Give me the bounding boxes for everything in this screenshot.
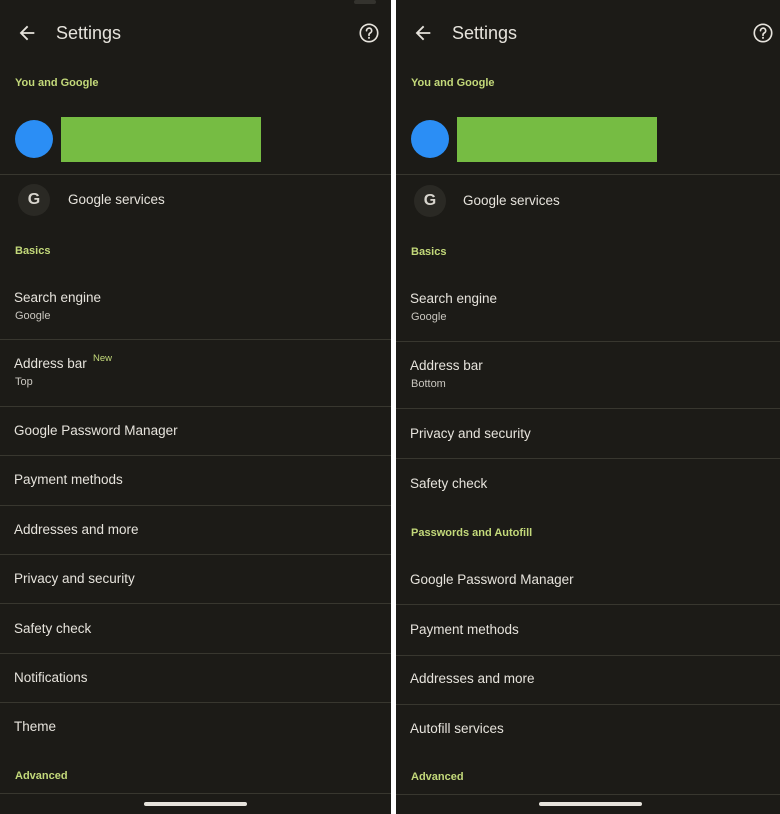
section-header-advanced: Advanced [411, 771, 464, 783]
divider [396, 655, 780, 656]
divider [396, 458, 780, 459]
section-header-you-and-google: You and Google [15, 77, 99, 89]
divider [396, 341, 780, 342]
search-engine-item[interactable]: Search engine [14, 290, 101, 305]
divider [396, 794, 780, 795]
safety-check-item[interactable]: Safety check [14, 621, 91, 636]
address-bar-value: Top [15, 376, 33, 388]
address-bar-item[interactable]: Address bar [14, 356, 87, 371]
divider [0, 603, 391, 604]
privacy-security-item[interactable]: Privacy and security [410, 426, 531, 441]
password-manager-item[interactable]: Google Password Manager [410, 572, 574, 587]
home-gesture-bar[interactable] [539, 802, 642, 806]
google-services-item[interactable]: Google services [463, 193, 560, 208]
divider [0, 793, 391, 794]
safety-check-item[interactable]: Safety check [410, 476, 487, 491]
page-title: Settings [56, 23, 122, 43]
arrow-left-icon[interactable] [412, 22, 434, 44]
divider [0, 455, 391, 456]
divider [0, 505, 391, 506]
divider [0, 406, 391, 407]
section-header-basics: Basics [15, 245, 51, 257]
payment-methods-item[interactable]: Payment methods [14, 472, 123, 487]
page-title: Settings [452, 23, 518, 43]
theme-item[interactable]: Theme [14, 719, 56, 734]
notifications-item[interactable]: Notifications [14, 670, 88, 685]
divider [0, 174, 391, 175]
google-g-icon: G [414, 185, 446, 217]
privacy-security-item[interactable]: Privacy and security [14, 571, 135, 586]
new-badge: New [93, 353, 113, 364]
addresses-item[interactable]: Addresses and more [410, 671, 535, 686]
settings-screen-right: Settings You and Google G Google service… [396, 0, 780, 814]
address-bar-value: Bottom [411, 378, 446, 390]
help-circle-icon[interactable] [752, 22, 774, 44]
password-manager-item[interactable]: Google Password Manager [14, 423, 178, 438]
divider [396, 704, 780, 705]
autofill-services-item[interactable]: Autofill services [410, 721, 504, 736]
section-header-passwords-autofill: Passwords and Autofill [411, 527, 533, 539]
divider [396, 174, 780, 175]
google-g-icon: G [18, 184, 50, 216]
section-header-you-and-google: You and Google [411, 77, 495, 89]
account-name-redacted[interactable] [457, 117, 657, 162]
search-engine-value: Google [411, 311, 447, 323]
avatar[interactable] [15, 120, 53, 158]
settings-screen-left: Settings You and Google G Google service… [0, 0, 391, 814]
account-name-redacted[interactable] [61, 117, 261, 162]
section-header-advanced: Advanced [15, 770, 68, 782]
section-header-basics: Basics [411, 246, 447, 258]
divider [0, 339, 391, 340]
search-engine-value: Google [15, 310, 51, 322]
google-services-item[interactable]: Google services [68, 192, 165, 207]
divider [0, 554, 391, 555]
payment-methods-item[interactable]: Payment methods [410, 622, 519, 637]
avatar[interactable] [411, 120, 449, 158]
divider [396, 604, 780, 605]
help-circle-icon[interactable] [358, 22, 380, 44]
divider [0, 702, 391, 703]
status-indicator [354, 0, 376, 4]
address-bar-item[interactable]: Address bar [410, 358, 483, 373]
arrow-left-icon[interactable] [16, 22, 38, 44]
home-gesture-bar[interactable] [144, 802, 247, 806]
divider [0, 653, 391, 654]
addresses-item[interactable]: Addresses and more [14, 522, 139, 537]
divider [396, 408, 780, 409]
search-engine-item[interactable]: Search engine [410, 291, 497, 306]
